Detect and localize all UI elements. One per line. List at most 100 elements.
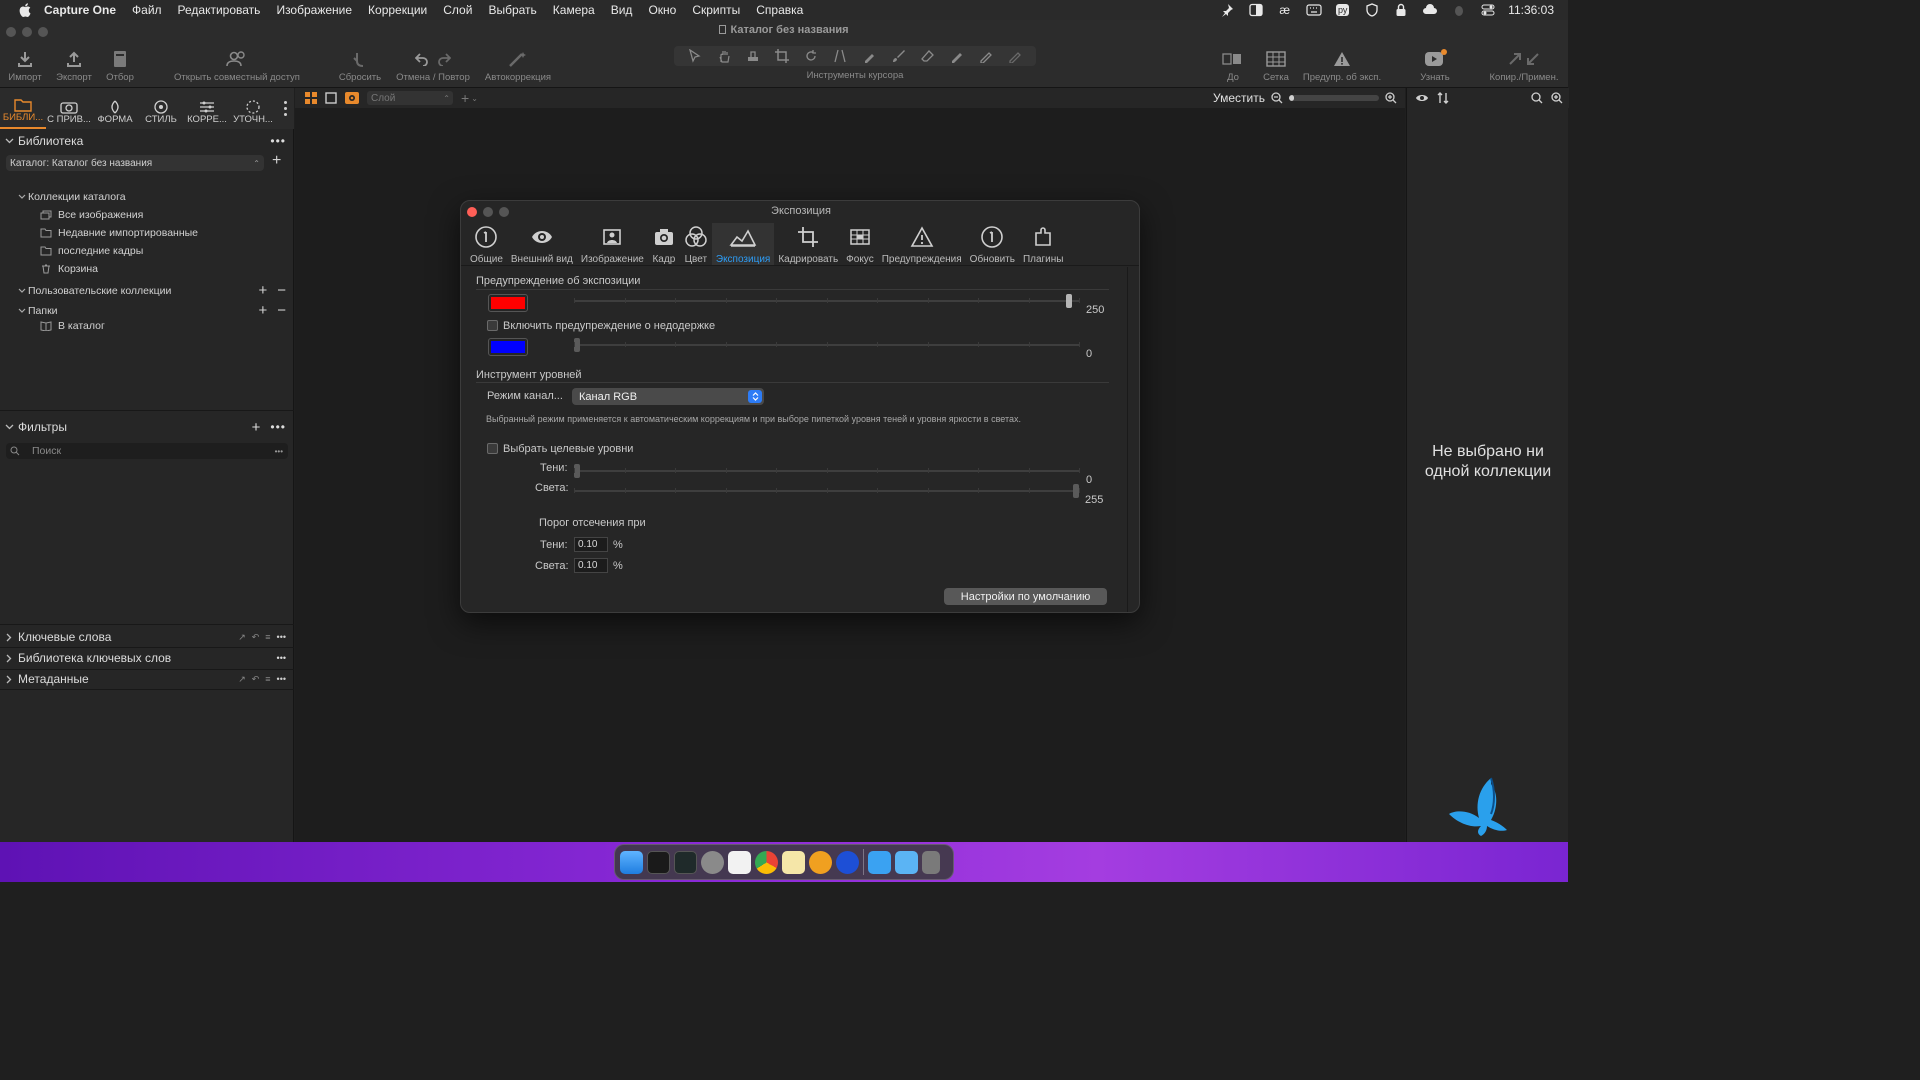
more-icon[interactable]: ••• <box>277 653 286 663</box>
pin-icon[interactable] <box>1212 3 1241 17</box>
zoom-slider[interactable] <box>1289 95 1379 101</box>
reset-button[interactable]: Сбросить <box>336 46 384 83</box>
pref-tab-focus[interactable]: Фокус <box>842 223 878 265</box>
menu-edit[interactable]: Редактировать <box>170 3 269 17</box>
keystone-icon[interactable] <box>833 49 847 63</box>
notes-icon[interactable] <box>782 850 805 874</box>
add-catalog-button[interactable]: + <box>272 152 281 170</box>
add-layer-button[interactable]: + <box>461 90 469 106</box>
pref-tab-exposure[interactable]: Экспозиция <box>711 223 775 265</box>
applications-folder-icon[interactable] <box>895 850 918 874</box>
reset-icon[interactable]: ↶ <box>252 632 260 643</box>
lock-icon[interactable] <box>1386 3 1415 17</box>
menu-camera[interactable]: Камера <box>545 3 603 17</box>
bug-icon[interactable] <box>1444 3 1473 17</box>
user-collections-group[interactable]: Пользовательские коллекции + − <box>18 282 286 299</box>
pref-tab-plugins[interactable]: Плагины <box>1019 223 1068 265</box>
crop-cursor-icon[interactable] <box>775 49 790 63</box>
autocorrect-button[interactable]: Автокоррекция <box>482 46 554 83</box>
layer-select[interactable]: Слой ⌃ <box>367 91 453 105</box>
remove-collection-button[interactable]: − <box>277 282 286 299</box>
copy-icon[interactable]: ↗ <box>238 674 246 685</box>
chrome-icon[interactable] <box>755 850 778 874</box>
rotate-icon[interactable] <box>804 49 818 63</box>
brush-icon[interactable] <box>892 49 906 63</box>
pref-tab-warnings[interactable]: Предупреждения <box>878 223 966 265</box>
proof-view-icon[interactable] <box>345 92 359 104</box>
collection-all-images[interactable]: Все изображения <box>40 209 143 221</box>
share-button[interactable]: Открыть совместный доступ <box>170 46 304 83</box>
pref-tab-capture[interactable]: Кадр <box>648 223 680 265</box>
menu-image[interactable]: Изображение <box>268 3 360 17</box>
menu-view[interactable]: Вид <box>603 3 641 17</box>
overexposure-color-well[interactable] <box>488 294 528 312</box>
single-view-icon[interactable] <box>325 92 337 104</box>
pref-tab-general[interactable]: Общие <box>466 223 507 265</box>
target-levels-checkbox[interactable] <box>487 443 498 454</box>
before-button[interactable]: До <box>1212 46 1254 83</box>
collection-recent-captures[interactable]: последние кадры <box>40 245 143 257</box>
zoom-out-icon[interactable] <box>1271 92 1283 104</box>
copy-apply-button[interactable]: Копир./Примен. <box>1486 46 1562 83</box>
select-cursor-icon[interactable] <box>688 49 702 63</box>
underexposure-color-well[interactable] <box>488 338 528 356</box>
stamp-icon[interactable] <box>746 49 760 63</box>
folders-group[interactable]: Папки + − <box>18 302 286 319</box>
grid-view-icon[interactable] <box>305 92 317 104</box>
list-icon[interactable]: ≡ <box>265 632 270 642</box>
more-icon[interactable]: ••• <box>277 674 286 684</box>
text-input-icon[interactable]: æ <box>1270 3 1299 17</box>
eye-icon[interactable] <box>1415 93 1429 103</box>
tab-library[interactable]: БИБЛИ... <box>0 88 46 129</box>
keywords-section-header[interactable]: Ключевые слова ↗ ↶ ≡ ••• <box>0 629 294 645</box>
pan-hand-icon[interactable] <box>717 49 731 63</box>
input-language-icon[interactable]: ру <box>1328 4 1357 16</box>
control-center-icon[interactable] <box>1473 4 1502 16</box>
pref-tab-color[interactable]: Цвет <box>680 223 712 265</box>
annotate-icon[interactable] <box>1008 49 1022 63</box>
gradient-mask-icon[interactable] <box>950 49 964 63</box>
menu-file[interactable]: Файл <box>124 3 170 17</box>
filter-search-field[interactable]: Поиск ••• <box>6 443 288 459</box>
underexposure-checkbox[interactable] <box>487 320 498 331</box>
tab-capture[interactable]: С ПРИВ... <box>46 88 92 129</box>
catalog-collections-group[interactable]: Коллекции каталога <box>18 191 126 203</box>
menu-app-name[interactable]: Capture One <box>36 3 124 17</box>
library-section-header[interactable]: Библиотека ••• <box>0 133 294 149</box>
tab-shape[interactable]: ФОРМА <box>92 88 138 129</box>
restore-defaults-button[interactable]: Настройки по умолчанию <box>944 588 1107 605</box>
list-icon[interactable]: ≡ <box>265 674 270 684</box>
export-button[interactable]: Экспорт <box>54 46 94 83</box>
menu-help[interactable]: Справка <box>748 3 811 17</box>
add-filter-button[interactable]: + <box>252 419 261 436</box>
grid-button[interactable]: Сетка <box>1260 46 1292 83</box>
eraser-icon[interactable] <box>920 49 935 63</box>
clip-highlights-input[interactable]: 0.10 <box>574 558 608 573</box>
collection-trash[interactable]: Корзина <box>40 263 98 275</box>
more-icon[interactable]: ••• <box>275 447 283 456</box>
more-icon[interactable]: ••• <box>277 632 286 642</box>
menu-select[interactable]: Выбрать <box>480 3 544 17</box>
tab-style[interactable]: СТИЛЬ <box>138 88 184 129</box>
collection-recent-imports[interactable]: Недавние импортированные <box>40 227 198 239</box>
search-icon[interactable] <box>1531 92 1543 104</box>
system-settings-icon[interactable] <box>701 850 724 874</box>
more-tabs-icon[interactable] <box>276 88 294 129</box>
apple-icon[interactable] <box>14 3 36 17</box>
menu-layer[interactable]: Слой <box>435 3 480 17</box>
remove-folder-button[interactable]: − <box>277 302 286 319</box>
folder-in-catalog[interactable]: В каталог <box>40 320 105 332</box>
1password-icon[interactable] <box>836 850 859 874</box>
add-collection-button[interactable]: + <box>258 282 267 299</box>
tab-adjust[interactable]: КОРРЕ... <box>184 88 230 129</box>
fit-label[interactable]: Уместить <box>1213 91 1265 105</box>
undo-redo-button[interactable]: Отмена / Повтор <box>392 46 474 83</box>
activity-monitor-icon[interactable] <box>674 850 697 874</box>
more-icon[interactable]: ••• <box>270 420 286 434</box>
zoom-in-icon[interactable] <box>1385 92 1397 104</box>
pref-tab-appearance[interactable]: Внешний вид <box>507 223 577 265</box>
picker-icon[interactable] <box>863 49 877 63</box>
learn-button[interactable]: Узнать <box>1414 46 1456 83</box>
terminal-icon[interactable] <box>647 850 670 874</box>
shield-icon[interactable] <box>1357 3 1386 17</box>
